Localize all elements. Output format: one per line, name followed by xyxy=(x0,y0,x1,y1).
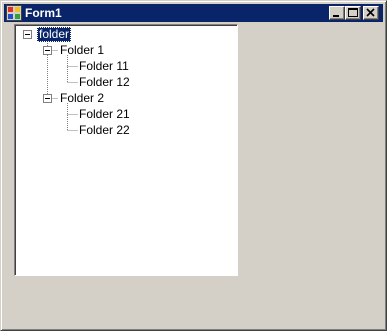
folder2-collapse-toggle[interactable] xyxy=(43,94,52,103)
tree-node-folder-1[interactable]: Folder 1 xyxy=(58,43,106,58)
title-bar[interactable]: Form1 xyxy=(4,4,383,22)
tree-node-folder-11[interactable]: Folder 11 xyxy=(77,59,131,74)
form1-window: Form1 folder Folder 1 Folder 11 Folder 1… xyxy=(0,0,387,331)
root-collapse-toggle[interactable] xyxy=(23,30,32,39)
folder1-collapse-toggle[interactable] xyxy=(43,46,52,55)
close-button[interactable] xyxy=(363,6,379,20)
folder-treeview[interactable]: folder Folder 1 Folder 11 Folder 12 Fold… xyxy=(14,24,238,276)
tree-node-folder-12[interactable]: Folder 12 xyxy=(77,75,132,90)
minimize-button[interactable] xyxy=(329,6,345,20)
tree-node-folder-2[interactable]: Folder 2 xyxy=(58,91,106,106)
application-icon[interactable] xyxy=(6,5,22,21)
window-title: Form1 xyxy=(25,6,62,20)
tree-node-folder[interactable]: folder xyxy=(37,27,72,42)
tree-node-folder-22[interactable]: Folder 22 xyxy=(77,123,132,138)
maximize-button[interactable] xyxy=(345,6,361,20)
tree-node-folder-21[interactable]: Folder 21 xyxy=(77,107,132,122)
